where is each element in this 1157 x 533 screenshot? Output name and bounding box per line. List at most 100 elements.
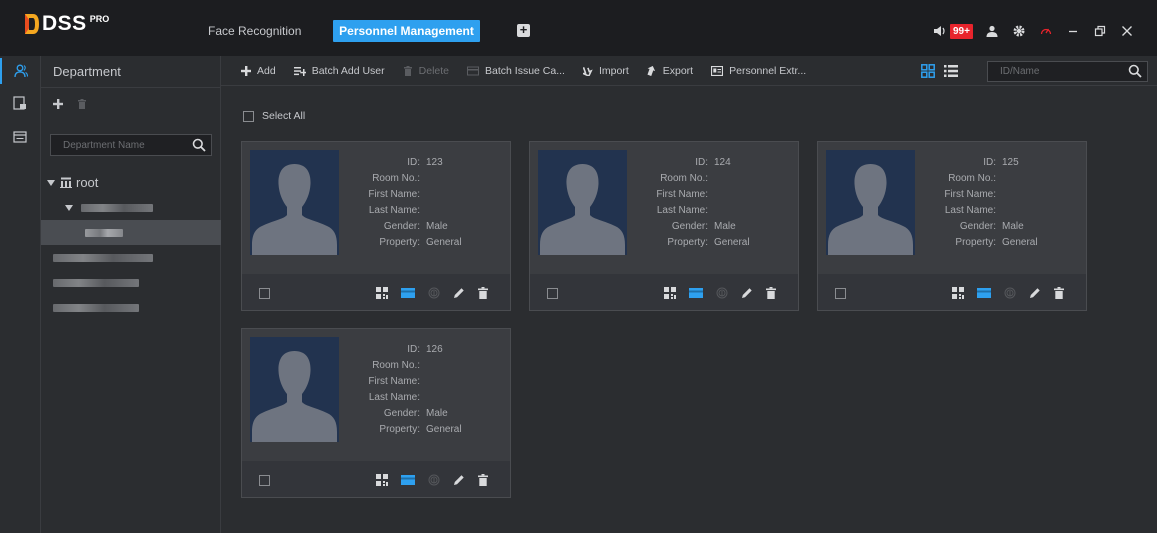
grid-view-icon[interactable] <box>921 64 935 78</box>
edit-pencil-icon[interactable] <box>453 287 465 299</box>
expand-arrow-icon[interactable] <box>65 204 73 212</box>
tree-node-selected[interactable] <box>41 220 221 245</box>
department-search-input[interactable] <box>51 135 181 155</box>
tree-node-department[interactable] <box>41 295 221 320</box>
select-all-checkbox[interactable] <box>243 110 254 122</box>
delete-department-icon <box>78 99 86 109</box>
redacted-department-name <box>53 303 139 312</box>
add-button[interactable]: Add <box>241 65 276 77</box>
person-card[interactable]: ID: 125 Room No.: First Name: Last Name: … <box>817 141 1087 311</box>
department-search <box>50 134 212 156</box>
id-value: 123 <box>426 157 443 168</box>
tab-personnel-management[interactable]: Personnel Management <box>333 20 480 42</box>
department-tools <box>41 88 220 120</box>
tree-node-department[interactable] <box>41 195 221 220</box>
issue-card-icon <box>467 66 480 75</box>
add-department-icon[interactable] <box>53 99 63 109</box>
left-nav <box>0 56 41 533</box>
last-name-row: Last Name: <box>342 392 507 408</box>
card-issue-icon[interactable] <box>977 288 991 298</box>
trash-icon[interactable] <box>478 287 488 299</box>
list-view-icon[interactable] <box>944 64 958 78</box>
card-checkbox[interactable] <box>259 288 270 299</box>
gender-value: Male <box>426 408 448 419</box>
qr-code-icon[interactable] <box>952 287 964 299</box>
search-icon[interactable] <box>192 138 206 152</box>
minimize-icon[interactable] <box>1067 25 1079 37</box>
restore-icon[interactable] <box>1094 25 1106 37</box>
card-issue-icon[interactable] <box>689 288 703 298</box>
tab-face-recognition[interactable]: Face Recognition <box>208 20 308 42</box>
personnel-search-input[interactable] <box>988 62 1118 81</box>
fingerprint-icon <box>428 287 440 299</box>
id-card-icon <box>711 65 724 76</box>
speaker-icon[interactable] <box>933 25 947 37</box>
batch-add-user-label: Batch Add User <box>311 64 385 77</box>
card-issue-icon[interactable] <box>401 288 415 298</box>
add-tab-button[interactable]: + <box>517 23 530 37</box>
view-switch <box>921 64 958 78</box>
export-button[interactable]: Export <box>647 65 693 77</box>
person-info: ID: 126 Room No.: First Name: Last Name: … <box>342 344 507 440</box>
gender-label: Gender: <box>383 408 420 419</box>
tree-node-department[interactable] <box>41 270 221 295</box>
person-card[interactable]: ID: 124 Room No.: First Name: Last Name: … <box>529 141 799 311</box>
nav-personnel[interactable] <box>0 58 40 84</box>
trash-icon[interactable] <box>1054 287 1064 299</box>
tree-node-department[interactable] <box>41 245 221 270</box>
property-value: General <box>426 424 462 435</box>
gender-label: Gender: <box>383 221 420 232</box>
id-row: ID: 126 <box>342 344 507 360</box>
gender-value: Male <box>426 221 448 232</box>
batch-add-icon <box>293 66 306 76</box>
trash-icon[interactable] <box>478 474 488 486</box>
batch-add-user-button[interactable]: Batch Add User <box>293 64 385 77</box>
first-name-label: First Name: <box>368 376 420 387</box>
gear-icon[interactable] <box>1013 25 1025 37</box>
last-name-label: Last Name: <box>368 205 420 216</box>
edit-pencil-icon[interactable] <box>741 287 753 299</box>
person-card[interactable]: ID: 126 Room No.: First Name: Last Name: … <box>241 328 511 498</box>
card-checkbox[interactable] <box>547 288 558 299</box>
edit-pencil-icon[interactable] <box>453 474 465 486</box>
app-brand: DSS <box>42 12 87 35</box>
person-photo <box>538 150 627 255</box>
delete-button[interactable]: Delete <box>403 65 449 77</box>
gender-row: Gender: Male <box>918 221 1083 237</box>
card-checkbox[interactable] <box>259 475 270 486</box>
person-info: ID: 123 Room No.: First Name: Last Name: … <box>342 157 507 253</box>
id-value: 126 <box>426 344 443 355</box>
edit-pencil-icon[interactable] <box>1029 287 1041 299</box>
personnel-extract-button[interactable]: Personnel Extr... <box>711 65 806 77</box>
card-checkbox[interactable] <box>835 288 846 299</box>
qr-code-icon[interactable] <box>376 474 388 486</box>
close-icon[interactable] <box>1121 25 1133 37</box>
tree-node-root[interactable]: root <box>41 170 221 195</box>
redacted-department-name <box>81 203 153 212</box>
nav-card[interactable] <box>7 124 33 150</box>
tree-node-root-label: root <box>76 175 99 190</box>
user-icon[interactable] <box>986 25 998 37</box>
gender-label: Gender: <box>671 221 708 232</box>
id-value: 124 <box>714 157 731 168</box>
last-name-label: Last Name: <box>368 392 420 403</box>
expand-arrow-icon[interactable] <box>47 179 55 187</box>
nav-access[interactable] <box>7 90 33 116</box>
alarm-count-badge[interactable]: 99+ <box>950 23 973 39</box>
card-issue-icon[interactable] <box>401 475 415 485</box>
personnel-extract-label: Personnel Extr... <box>729 64 807 77</box>
person-card[interactable]: ID: 123 Room No.: First Name: Last Name: … <box>241 141 511 311</box>
room-row: Room No.: <box>342 173 507 189</box>
search-icon[interactable] <box>1128 64 1142 78</box>
import-button[interactable]: Import <box>582 65 629 77</box>
fingerprint-icon <box>716 287 728 299</box>
performance-gauge-icon[interactable] <box>1040 25 1052 37</box>
gender-label: Gender: <box>959 221 996 232</box>
trash-icon[interactable] <box>766 287 776 299</box>
qr-code-icon[interactable] <box>664 287 676 299</box>
property-row: Property: General <box>918 237 1083 253</box>
qr-code-icon[interactable] <box>376 287 388 299</box>
trash-icon <box>403 65 412 76</box>
select-all[interactable]: Select All <box>243 110 305 122</box>
batch-issue-card-button[interactable]: Batch Issue Ca... <box>467 65 565 77</box>
